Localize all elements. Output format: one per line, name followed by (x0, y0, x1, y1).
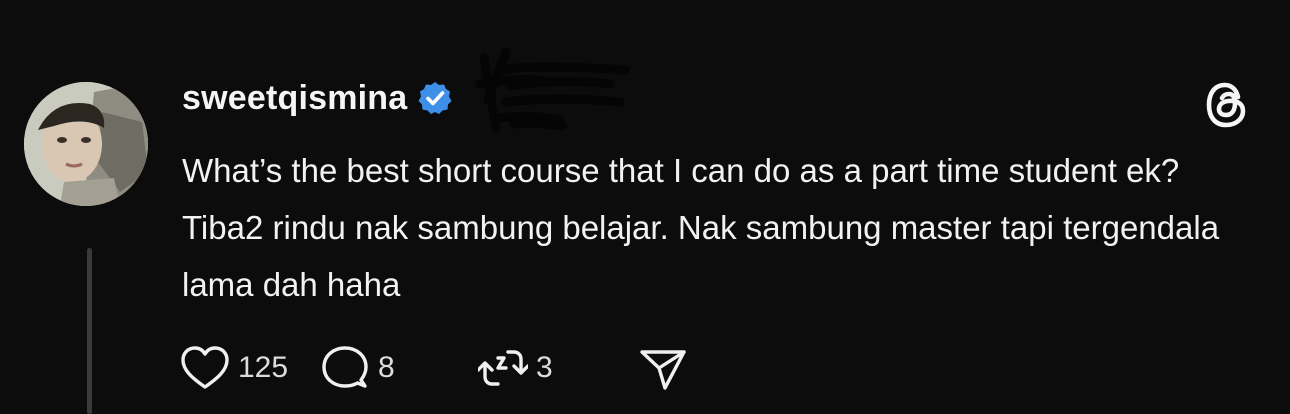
post-text: What’s the best short course that I can … (182, 152, 1220, 303)
like-count: 125 (238, 351, 289, 384)
send-icon (640, 350, 686, 390)
like-button[interactable]: 125 (180, 344, 320, 392)
repost-button[interactable]: 3 (478, 344, 638, 392)
action-bar: 125 8 3 (180, 340, 688, 396)
post-header: sweetqismina (182, 74, 453, 122)
repost-count: 3 (536, 351, 553, 384)
share-button[interactable] (638, 344, 688, 392)
reply-count: 8 (378, 351, 395, 384)
avatar[interactable] (24, 82, 148, 206)
threads-logo-icon[interactable] (1200, 78, 1254, 132)
verified-badge-icon (418, 82, 452, 114)
redaction-scribble (475, 47, 630, 133)
repost-icon (478, 350, 528, 386)
reply-button[interactable]: 8 (320, 344, 478, 392)
heart-icon (181, 346, 229, 389)
comment-bubble-icon (322, 346, 368, 388)
thread-line (87, 248, 92, 414)
username[interactable]: sweetqismina (182, 79, 407, 118)
